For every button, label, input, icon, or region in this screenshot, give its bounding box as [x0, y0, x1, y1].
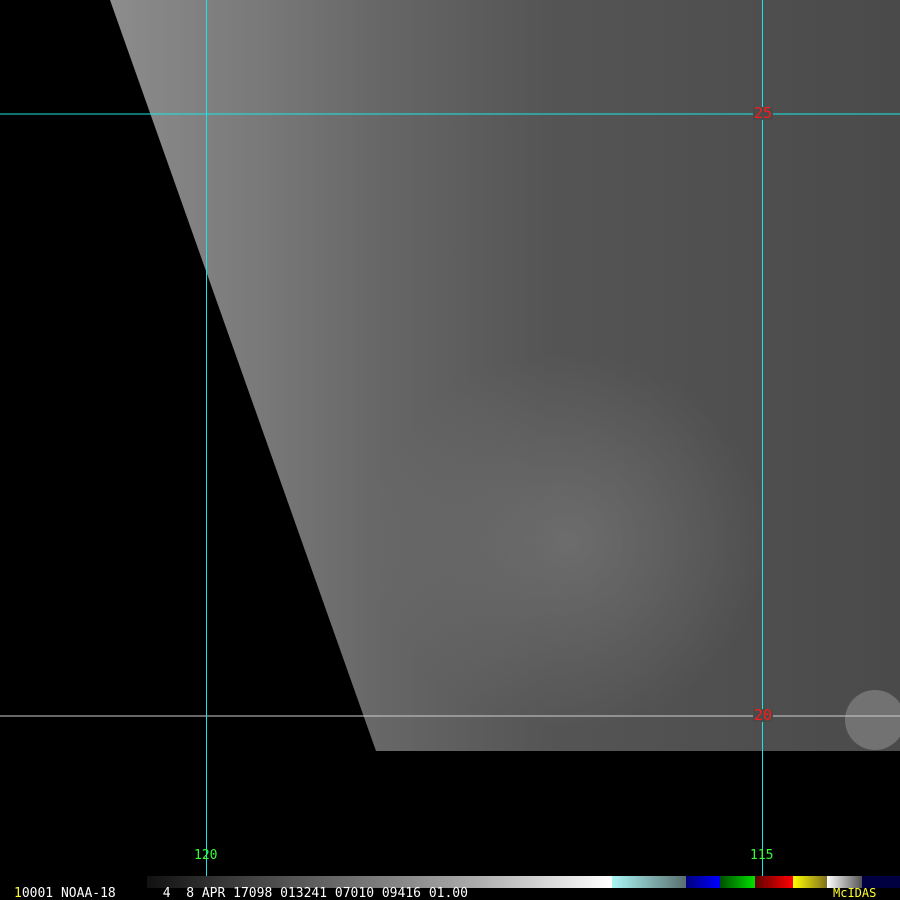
satellite-image — [0, 0, 900, 888]
satellite-image-display: 25 20 120 115 10001 NOAA-18 4 8 APR 1709… — [0, 0, 900, 900]
frame-number: 1 — [14, 886, 22, 900]
image-info-line: 10001 NOAA-18 4 8 APR 17098 013241 07010… — [14, 886, 468, 900]
cloud-region — [110, 0, 900, 751]
longitude-label-120: 120 — [194, 848, 218, 863]
mcidas-brand: McIDAS — [833, 886, 877, 900]
latitude-label-25: 25 — [753, 104, 774, 122]
image-info-text: 0001 NOAA-18 4 8 APR 17098 013241 07010 … — [21, 886, 468, 900]
longitude-label-115: 115 — [750, 848, 774, 863]
latitude-label-20: 20 — [753, 706, 774, 724]
